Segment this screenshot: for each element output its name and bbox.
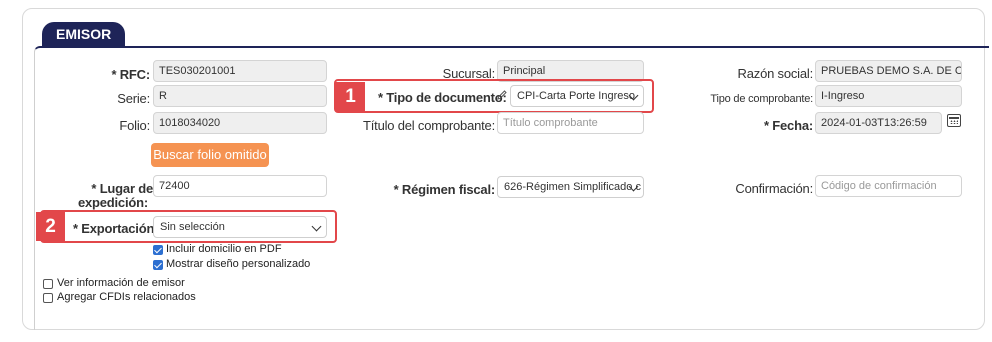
agregar-cfdis-label: Agregar CFDIs relacionados xyxy=(57,291,196,303)
folio-label: Folio: xyxy=(119,118,150,133)
rfc-field[interactable]: TES030201001 xyxy=(153,60,327,82)
lugar-expedicion-label-line1: * Lugar de xyxy=(91,181,153,196)
tipo-comprobante-field[interactable]: I-Ingreso xyxy=(815,85,962,107)
tipo-documento-label: * Tipo de documento: xyxy=(378,90,507,105)
razon-social-label: Razón social: xyxy=(737,66,814,81)
rfc-label: * RFC: xyxy=(111,67,150,82)
chevron-down-icon xyxy=(311,221,322,232)
fecha-label: * Fecha: xyxy=(764,118,813,133)
calendar-icon[interactable] xyxy=(947,114,961,127)
callout-1: 1 xyxy=(336,82,365,111)
buscar-folio-omitido-button[interactable]: Buscar folio omitido xyxy=(151,143,269,167)
razon-social-field[interactable]: PRUEBAS DEMO S.A. DE C.V. xyxy=(815,60,962,82)
mostrar-diseno-label: Mostrar diseño personalizado xyxy=(166,258,311,270)
regimen-fiscal-select[interactable]: 626-Régimen Simplificado c xyxy=(497,176,644,198)
tipo-comprobante-label: Tipo de comprobante: xyxy=(710,93,813,105)
exportacion-select[interactable]: Sin selección xyxy=(153,216,327,238)
tipo-documento-select[interactable]: CPI-Carta Porte Ingreso xyxy=(510,85,644,107)
lugar-expedicion-label-line2: expedición: xyxy=(77,195,148,210)
ver-info-emisor-label: Ver información de emisor xyxy=(57,277,185,289)
exportacion-value: Sin selección xyxy=(160,221,225,233)
serie-field[interactable]: R xyxy=(153,85,327,107)
ver-info-emisor-checkbox[interactable] xyxy=(43,279,53,289)
tipo-documento-value: CPI-Carta Porte Ingreso xyxy=(517,90,635,102)
regimen-fiscal-value: 626-Régimen Simplificado c xyxy=(504,181,641,193)
agregar-cfdis-checkbox[interactable] xyxy=(43,293,53,303)
exportacion-label: * Exportación: xyxy=(73,221,159,236)
folio-field[interactable]: 1018034020 xyxy=(153,112,327,134)
titulo-comprobante-input[interactable]: Título comprobante xyxy=(497,112,644,134)
fecha-field[interactable]: 2024-01-03T13:26:59 xyxy=(815,112,942,134)
confirmacion-input[interactable]: Código de confirmación xyxy=(815,175,962,197)
mostrar-diseno-checkbox[interactable] xyxy=(153,260,163,270)
incluir-domicilio-label: Incluir domicilio en PDF xyxy=(166,243,282,255)
pencil-icon[interactable] xyxy=(496,89,508,101)
incluir-domicilio-checkbox[interactable] xyxy=(153,245,163,255)
confirmacion-label: Confirmación: xyxy=(735,181,813,196)
lugar-expedicion-field[interactable]: 72400 xyxy=(153,175,327,197)
titulo-comprobante-label: Título del comprobante: xyxy=(363,118,495,133)
regimen-fiscal-label: * Régimen fiscal: xyxy=(393,182,496,197)
serie-label: Serie: xyxy=(117,91,150,106)
callout-2: 2 xyxy=(36,212,65,241)
section-title: EMISOR xyxy=(42,22,126,47)
